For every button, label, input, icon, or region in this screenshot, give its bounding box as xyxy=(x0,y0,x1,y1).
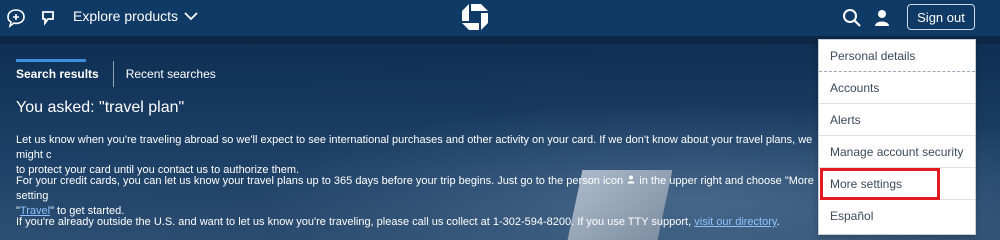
sign-out-button[interactable]: Sign out xyxy=(907,4,975,30)
menu-item-personal-details[interactable]: Personal details xyxy=(819,40,975,72)
chevron-down-icon xyxy=(184,8,198,24)
tab-divider xyxy=(112,61,114,87)
paragraph-3-period: . xyxy=(776,216,780,228)
paragraph-1-line-1: Let us know when you're traveling abroad… xyxy=(16,134,813,161)
top-navigation-bar: Explore products Sign out xyxy=(0,0,1000,36)
menu-item-alerts[interactable]: Alerts xyxy=(819,104,975,136)
search-icon[interactable] xyxy=(842,8,862,28)
person-inline-icon xyxy=(626,175,639,187)
rewards-icon[interactable] xyxy=(39,8,59,28)
menu-item-manage-account-security[interactable]: Manage account security xyxy=(819,136,975,168)
paragraph-3-text: If you're already outside the U.S. and w… xyxy=(16,216,692,228)
more-settings-highlight-box xyxy=(820,168,940,200)
answer-paragraph-1: Let us know when you're traveling abroad… xyxy=(16,133,816,178)
tab-search-results[interactable]: Search results xyxy=(16,59,99,87)
person-icon[interactable] xyxy=(872,8,892,28)
answer-paragraph-3: If you're already outside the U.S. and w… xyxy=(16,215,816,230)
directory-link[interactable]: visit our directory xyxy=(694,216,776,228)
tab-recent-searches[interactable]: Recent searches xyxy=(126,61,216,87)
chase-logo[interactable] xyxy=(461,3,489,31)
explore-products-menu[interactable]: Explore products xyxy=(73,8,198,24)
paragraph-2-text-a: For your credit cards, you can let us kn… xyxy=(16,175,624,187)
menu-item-accounts[interactable]: Accounts xyxy=(819,72,975,104)
answer-paragraph-2: For your credit cards, you can let us kn… xyxy=(16,174,816,219)
profile-dropdown-menu: Personal details Accounts Alerts Manage … xyxy=(818,39,976,235)
paragraph-2-line-1: For your credit cards, you can let us kn… xyxy=(16,174,816,204)
explore-products-label: Explore products xyxy=(73,8,179,24)
menu-item-espanol[interactable]: Español xyxy=(819,200,975,232)
search-question: You asked: "travel plan" xyxy=(16,99,185,116)
result-tabs: Search results Recent searches xyxy=(16,59,230,87)
chat-icon[interactable] xyxy=(6,8,26,28)
